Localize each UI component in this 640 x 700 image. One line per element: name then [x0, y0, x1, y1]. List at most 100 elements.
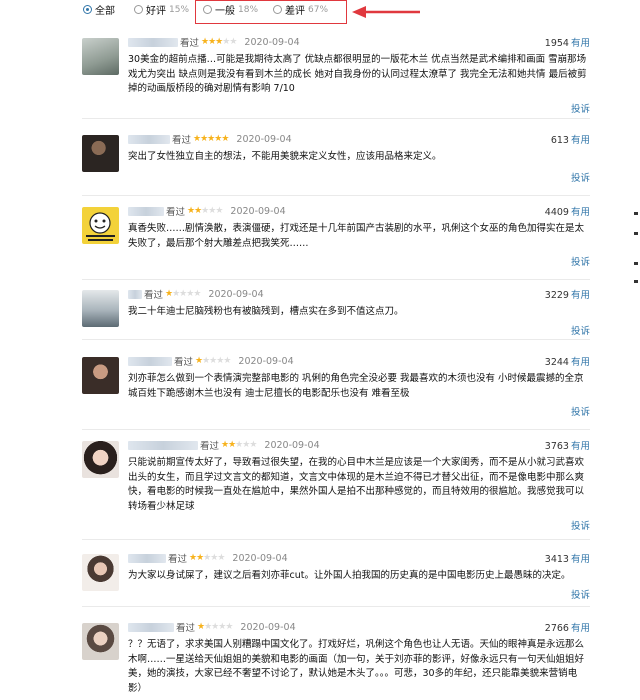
vote-count: 1954	[544, 38, 569, 49]
filter-label: 好评	[146, 6, 166, 17]
avatar[interactable]	[82, 38, 119, 75]
avatar[interactable]	[82, 290, 119, 327]
avatar[interactable]	[82, 554, 119, 591]
watched-label: 看过	[174, 357, 194, 368]
comment-date: 2020-09-04	[238, 355, 294, 367]
comment-item: 看过 ★★★★★ 2020-09-04 1954 有用 30美金的超前点播…可能是…	[82, 33, 590, 119]
useful-button[interactable]: 有用	[571, 290, 590, 301]
useful-button[interactable]: 有用	[571, 623, 590, 634]
comment-date: 2020-09-04	[264, 439, 320, 451]
watched-label: 看过	[166, 207, 186, 218]
vote-area: 613 有用	[551, 132, 590, 146]
star-empty-icon: ★	[229, 37, 237, 47]
report-link[interactable]: 投诉	[571, 587, 590, 601]
comment-text: 我二十年迪士尼脑残粉也有被脑残到，槽点实在多到不值这点刀。	[128, 306, 404, 317]
comment-item: 看过 ★★★★★ 2020-09-04 3244 有用 刘亦菲怎么做到一个表情演完…	[82, 352, 590, 430]
comment-text: 30美金的超前点播…可能是我期待太高了 优缺点都很明显的一版花木兰 优点当然是武…	[128, 54, 587, 94]
comment-item: 看过 ★★★★★ 2020-09-04 2766 有用 ？？无语了，求求美国人别糟…	[82, 618, 590, 700]
avatar[interactable]	[82, 207, 119, 244]
vote-count: 2766	[544, 623, 569, 634]
avatar[interactable]	[82, 357, 119, 394]
vote-area: 3763 有用	[545, 438, 590, 452]
comment-text: 只能说前期宣传太好了，导致看过很失望，在我的心目中木兰是应该是一个大家闺秀，而不…	[128, 457, 585, 512]
useful-button[interactable]: 有用	[571, 554, 590, 565]
vote-area: 4409 有用	[545, 204, 590, 218]
comment-meta: 看过 ★★★★★ 2020-09-04	[128, 620, 296, 634]
username-blurred[interactable]	[128, 289, 142, 299]
comment-text: ？？无语了，求求美国人别糟蹋中国文化了。打戏好烂，巩俐这个角色也让人无语。天仙的…	[128, 639, 585, 694]
report-link[interactable]: 投诉	[571, 170, 590, 184]
username-blurred[interactable]	[128, 356, 172, 366]
vote-area: 1954 有用	[545, 35, 590, 49]
comment-date: 2020-09-04	[240, 621, 296, 633]
username-blurred[interactable]	[128, 622, 174, 632]
watched-label: 看过	[180, 38, 200, 49]
comment-text: 突出了女性独立自主的想法，不能用美貌来定义女性，应该用品格来定义。	[128, 151, 442, 162]
vote-area: 3413 有用	[545, 551, 590, 565]
comment-date: 2020-09-04	[236, 133, 292, 145]
comment-date: 2020-09-04	[244, 36, 300, 48]
star-empty-icon: ★	[217, 553, 225, 563]
comment-text: 为大家以身试屎了，建议之后看刘亦菲cut。让外国人拍我国的历史真的是中国电影历史…	[128, 570, 571, 581]
rating-stars: ★★★★★	[189, 553, 225, 563]
star-filled-icon: ★	[221, 134, 229, 144]
vote-count: 3763	[544, 441, 569, 452]
report-link[interactable]: 投诉	[571, 101, 590, 115]
vote-count: 3244	[544, 357, 569, 368]
filter-label: 全部	[95, 6, 115, 17]
watched-label: 看过	[176, 623, 196, 634]
useful-button[interactable]: 有用	[571, 357, 590, 368]
watched-label: 看过	[168, 554, 188, 565]
comment-item: 看过 ★★★★★ 2020-09-04 3229 有用 我二十年迪士尼脑残粉也有被…	[82, 285, 590, 340]
comment-meta: 看过 ★★★★★ 2020-09-04	[128, 438, 320, 452]
rating-stars: ★★★★★	[197, 622, 233, 632]
vote-area: 3244 有用	[545, 354, 590, 368]
useful-button[interactable]: 有用	[571, 441, 590, 452]
comment-meta: 看过 ★★★★★ 2020-09-04	[128, 132, 292, 146]
report-link[interactable]: 投诉	[571, 323, 590, 337]
comment-item: 看过 ★★★★★ 2020-09-04 3413 有用 为大家以身试屎了，建议之后…	[82, 549, 590, 607]
report-link[interactable]: 投诉	[571, 518, 590, 532]
report-link[interactable]: 投诉	[571, 404, 590, 418]
comment-item: 看过 ★★★★★ 2020-09-04 613 有用 突出了女性独立自主的想法，不…	[82, 130, 590, 196]
avatar[interactable]	[82, 623, 119, 660]
username-blurred[interactable]	[128, 440, 198, 450]
comment-meta: 看过 ★★★★★ 2020-09-04	[128, 551, 288, 565]
username-blurred[interactable]	[128, 37, 178, 47]
cartoon-face-icon	[86, 212, 115, 241]
filter-all[interactable]: 全部	[83, 2, 115, 17]
username-blurred[interactable]	[128, 206, 164, 216]
rating-stars: ★★★★★	[187, 206, 223, 216]
vote-count: 613	[550, 135, 569, 146]
avatar[interactable]	[82, 135, 119, 172]
comment-date: 2020-09-04	[230, 205, 286, 217]
username-blurred[interactable]	[128, 134, 170, 144]
comment-meta: 看过 ★★★★★ 2020-09-04	[128, 204, 286, 218]
comment-meta: 看过 ★★★★★ 2020-09-04	[128, 35, 300, 49]
radio-icon[interactable]	[83, 5, 92, 14]
star-empty-icon: ★	[223, 356, 231, 366]
username-blurred[interactable]	[128, 553, 166, 563]
report-link[interactable]: 投诉	[571, 254, 590, 268]
vote-count: 3413	[544, 554, 569, 565]
useful-button[interactable]: 有用	[571, 207, 590, 218]
star-empty-icon: ★	[225, 622, 233, 632]
vote-count: 4409	[544, 207, 569, 218]
avatar[interactable]	[82, 441, 119, 478]
rating-stars: ★★★★★	[195, 356, 231, 366]
radio-icon[interactable]	[134, 5, 143, 14]
highlight-box	[195, 0, 347, 24]
useful-button[interactable]: 有用	[571, 135, 590, 146]
page-edge-fragment	[626, 0, 640, 700]
rating-stars: ★★★★★	[201, 37, 237, 47]
comment-item: 看过 ★★★★★ 2020-09-04 4409 有用 真香失败……剧情涣散，表演…	[82, 202, 590, 280]
watched-label: 看过	[200, 441, 220, 452]
filter-percent: 15%	[169, 4, 190, 15]
watched-label: 看过	[144, 290, 164, 301]
star-empty-icon: ★	[215, 206, 223, 216]
filter-positive[interactable]: 好评 15%	[134, 2, 189, 17]
watched-label: 看过	[172, 135, 192, 146]
comment-text: 刘亦菲怎么做到一个表情演完整部电影的 巩俐的角色完全没必要 我最喜欢的木须也没有…	[128, 373, 584, 399]
useful-button[interactable]: 有用	[571, 38, 590, 49]
comment-meta: 看过 ★★★★★ 2020-09-04	[128, 354, 294, 368]
